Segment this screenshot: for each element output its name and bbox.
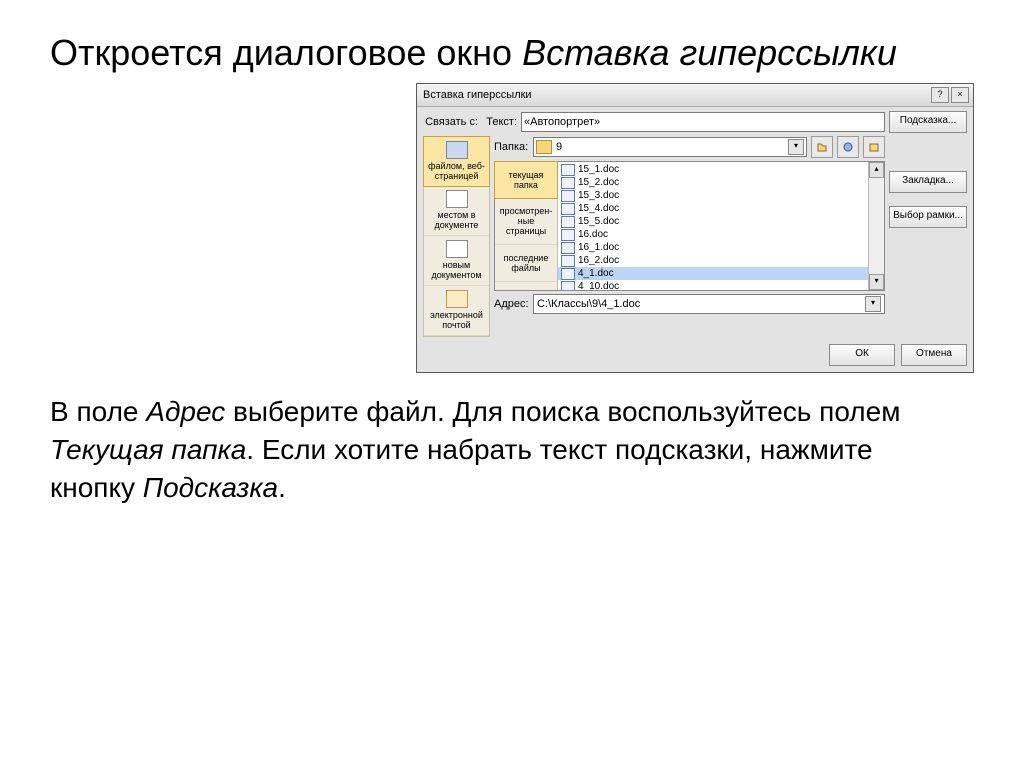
file-name: 4_10.doc	[578, 281, 619, 290]
file-row[interactable]: 16_1.doc	[558, 241, 884, 254]
file-name: 16_1.doc	[578, 242, 619, 253]
heading-prefix: Откроется диалоговое окно	[50, 32, 522, 73]
hyperlink-dialog: Вставка гиперссылки ? × Связать с: Текст…	[416, 83, 974, 373]
browse-file-button[interactable]	[863, 136, 885, 158]
address-input[interactable]: C:\Классы\9\4_1.doc ▾	[533, 294, 885, 314]
linkto-new-doc[interactable]: новым документом	[424, 236, 489, 286]
cancel-button[interactable]: Отмена	[901, 344, 967, 366]
file-name: 16_2.doc	[578, 255, 619, 266]
link-to-panel: файлом, веб-страницей местом в документе…	[423, 136, 490, 337]
bookmark-icon	[446, 190, 468, 208]
word-doc-icon	[561, 229, 575, 241]
text-label: Текст:	[482, 116, 517, 128]
file-name: 16.doc	[578, 229, 608, 240]
file-name: 15_4.doc	[578, 203, 619, 214]
scroll-up-button[interactable]: ▴	[869, 162, 884, 178]
file-row[interactable]: 15_4.doc	[558, 202, 884, 215]
browse-tabs: текущая папка просмотрен-ные страницы по…	[495, 162, 558, 290]
word-doc-icon	[561, 255, 575, 267]
ok-button[interactable]: ОК	[829, 344, 895, 366]
help-button[interactable]: ?	[931, 87, 949, 103]
folder-icon	[536, 140, 552, 154]
file-row[interactable]: 16.doc	[558, 228, 884, 241]
linkto-file-web[interactable]: файлом, веб-страницей	[423, 136, 490, 187]
file-name: 15_1.doc	[578, 164, 619, 175]
file-row[interactable]: 15_5.doc	[558, 215, 884, 228]
dialog-titlebar: Вставка гиперссылки ? ×	[417, 84, 973, 107]
dialog-title: Вставка гиперссылки	[423, 89, 532, 101]
word-doc-icon	[561, 216, 575, 228]
word-doc-icon	[561, 268, 575, 280]
mail-icon	[446, 290, 468, 308]
browse-web-button[interactable]	[837, 136, 859, 158]
close-button[interactable]: ×	[951, 87, 969, 103]
file-row[interactable]: 15_3.doc	[558, 189, 884, 202]
file-row[interactable]: 16_2.doc	[558, 254, 884, 267]
tab-current-folder[interactable]: текущая папка	[494, 161, 558, 199]
file-row[interactable]: 15_1.doc	[558, 163, 884, 176]
folder-combo[interactable]: 9 ▾	[533, 137, 807, 157]
file-row[interactable]: 4_1.doc	[558, 267, 884, 280]
file-name: 15_3.doc	[578, 190, 619, 201]
file-name: 15_2.doc	[578, 177, 619, 188]
up-folder-button[interactable]	[811, 136, 833, 158]
tooltip-button[interactable]: Подсказка...	[889, 111, 967, 133]
file-row[interactable]: 15_2.doc	[558, 176, 884, 189]
chevron-down-icon[interactable]: ▾	[788, 139, 804, 155]
word-doc-icon	[561, 203, 575, 215]
file-name: 4_1.doc	[578, 268, 614, 279]
bookmark-button[interactable]: Закладка...	[889, 171, 967, 193]
linkto-email[interactable]: электронной почтой	[424, 286, 489, 336]
tab-browsed-pages[interactable]: просмотрен-ные страницы	[495, 198, 557, 245]
new-doc-icon	[446, 240, 468, 258]
text-input[interactable]: «Автопортрет»	[521, 112, 885, 132]
address-label: Адрес:	[494, 298, 529, 310]
chevron-down-icon[interactable]: ▾	[865, 296, 881, 312]
folder-label: Папка:	[494, 141, 529, 153]
slide-heading: Откроется диалоговое окно Вставка гиперс…	[50, 30, 974, 75]
text-value: «Автопортрет»	[524, 116, 600, 128]
word-doc-icon	[561, 164, 575, 176]
file-row[interactable]: 4_10.doc	[558, 280, 884, 290]
address-value: C:\Классы\9\4_1.doc	[537, 298, 640, 310]
word-doc-icon	[561, 177, 575, 189]
word-doc-icon	[561, 190, 575, 202]
target-frame-button[interactable]: Выбор рамки...	[889, 206, 967, 228]
instruction-paragraph: В поле Адрес выберите файл. Для поиска в…	[50, 393, 974, 506]
link-to-label: Связать с:	[423, 116, 478, 128]
word-doc-icon	[561, 281, 575, 291]
tab-recent-files[interactable]: последние файлы	[495, 245, 557, 282]
globe-icon	[446, 141, 468, 159]
file-scrollbar[interactable]: ▴ ▾	[868, 162, 884, 290]
folder-value: 9	[556, 141, 562, 153]
word-doc-icon	[561, 242, 575, 254]
linkto-place-in-doc[interactable]: местом в документе	[424, 186, 489, 236]
file-name: 15_5.doc	[578, 216, 619, 227]
heading-italic: Вставка гиперссылки	[522, 32, 897, 73]
file-list[interactable]: 15_1.doc 15_2.doc 15_3.doc 15_4.doc 15_5.doc…	[558, 162, 884, 290]
scroll-down-button[interactable]: ▾	[869, 274, 884, 290]
